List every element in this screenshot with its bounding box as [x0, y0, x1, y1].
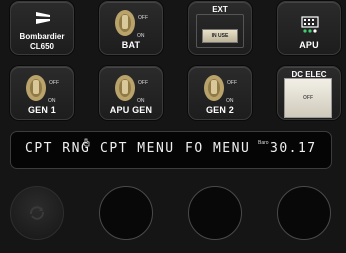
refresh-icon [29, 206, 45, 220]
model-text: CL650 [29, 42, 54, 51]
brand-text: Bombardier [19, 32, 65, 41]
round-button-1[interactable] [10, 186, 64, 240]
cpt-rng-item[interactable]: CPT RNG [25, 141, 90, 156]
off-label: OFF [138, 80, 148, 86]
on-label: ON [137, 98, 145, 104]
ext-label: EXT [212, 5, 228, 14]
round-button-2[interactable] [99, 186, 153, 240]
apu-gen-switch[interactable]: OFF ON APU GEN [99, 66, 163, 120]
gen2-switch[interactable]: OFF ON GEN 2 [188, 66, 252, 120]
ext-status-indicator: IN USE [202, 29, 238, 43]
dc-elec-status-indicator: OFF [284, 78, 332, 118]
apu-label: APU [299, 40, 319, 50]
round-button-4[interactable] [277, 186, 331, 240]
panel: Bombardier CL650 OFF ON BAT EXT IN USE A… [0, 0, 346, 253]
apu-gen-label: APU GEN [109, 105, 153, 115]
round-button-3[interactable] [188, 186, 242, 240]
on-label: ON [226, 98, 234, 104]
toggle-switch-icon [115, 10, 135, 36]
on-label: ON [48, 98, 56, 104]
toggle-switch-icon [115, 75, 135, 101]
hand-cursor-icon [83, 138, 90, 147]
gen1-label: GEN 1 [27, 105, 56, 115]
baro-label: Baro [258, 140, 269, 146]
apu-button[interactable]: APU [277, 1, 341, 55]
toggle-switch-icon [26, 75, 46, 101]
fo-menu-item[interactable]: FO MENU [185, 141, 250, 156]
bombardier-logo-icon [36, 12, 50, 24]
baro-value[interactable]: 30.17 [270, 141, 317, 156]
on-label: ON [137, 33, 145, 39]
bat-label: BAT [121, 40, 141, 50]
off-label: OFF [49, 80, 59, 86]
cpt-menu-item[interactable]: CPT MENU [100, 141, 175, 156]
dc-elec-button[interactable]: DC ELEC OFF [277, 66, 341, 120]
off-label: OFF [138, 15, 148, 21]
gen1-switch[interactable]: OFF ON GEN 1 [10, 66, 74, 120]
off-label: OFF [227, 80, 237, 86]
toggle-switch-icon [204, 75, 224, 101]
gen2-label: GEN 2 [205, 105, 234, 115]
bat-switch[interactable]: OFF ON BAT [99, 1, 163, 55]
ext-power-button[interactable]: EXT IN USE [188, 1, 252, 55]
apu-icon [301, 16, 319, 33]
lcd-display: CPT RNG CPT MENU FO MENU Baro 30.17 [10, 131, 332, 169]
bombardier-logo-key: Bombardier CL650 [10, 1, 74, 55]
